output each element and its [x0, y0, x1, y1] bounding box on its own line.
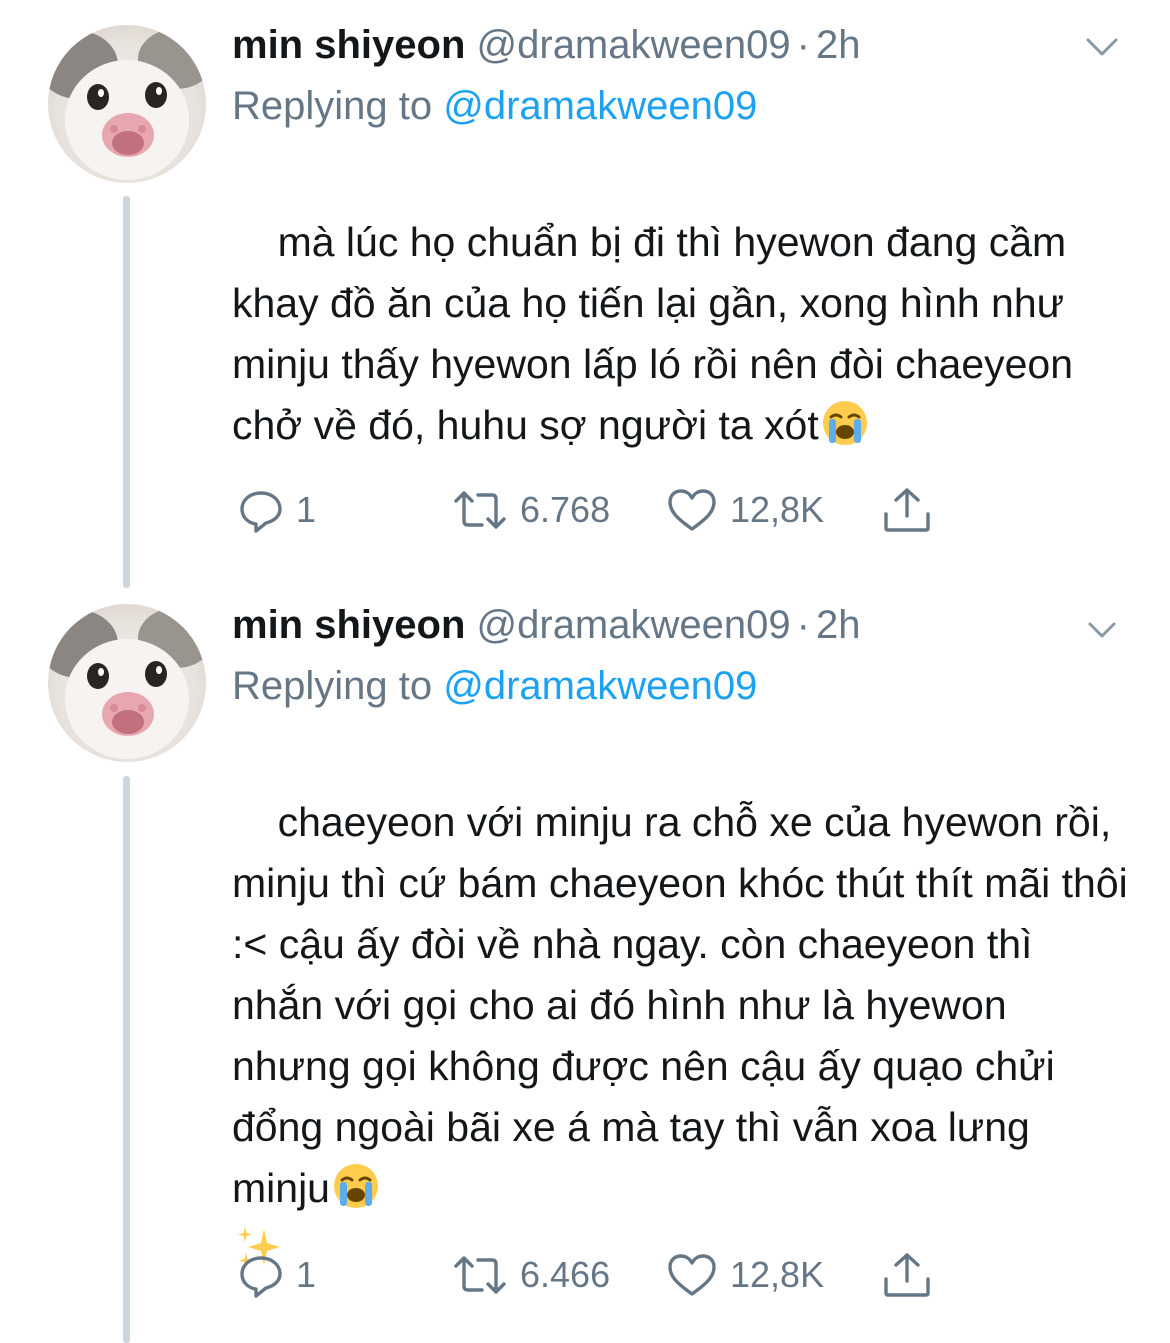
like-count: 12,8K	[730, 1254, 825, 1295]
avatar[interactable]	[48, 604, 206, 762]
like-icon	[668, 1254, 716, 1296]
replying-to-label: Replying to	[232, 664, 433, 708]
tweet-header: min shiyeon @dramakween09 · 2h	[232, 21, 860, 69]
tweet-actions: 1 6.768 12,8K	[232, 482, 952, 538]
reply-button[interactable]: 1	[238, 1247, 316, 1303]
reply-count: 1	[296, 489, 317, 530]
replying-to-line: Replying to @dramakween09	[232, 82, 757, 130]
like-count: 12,8K	[730, 489, 825, 530]
timestamp[interactable]: 2h	[816, 23, 861, 67]
separator-dot: ·	[796, 603, 810, 647]
loudly-crying-face-icon	[822, 401, 867, 445]
loudly-crying-face-icon	[333, 1164, 378, 1208]
chevron-down-icon[interactable]	[1082, 26, 1122, 66]
reply-count: 1	[296, 1254, 317, 1295]
tweet-header: min shiyeon @dramakween09 · 2h	[232, 601, 860, 649]
retweet-count: 6.768	[520, 489, 611, 530]
timestamp[interactable]: 2h	[816, 603, 861, 647]
avatar[interactable]	[48, 25, 206, 183]
retweet-button[interactable]: 6.466	[452, 1247, 610, 1303]
share-icon	[884, 1253, 930, 1297]
display-name[interactable]: min shiyeon	[232, 23, 465, 67]
like-icon	[668, 489, 716, 531]
retweet-button[interactable]: 6.768	[452, 482, 610, 538]
tweet-text-body: chaeyeon với minju ra chỗ xe của hyewon …	[232, 799, 1140, 1211]
tweet-text: mà lúc họ chuẩn bị đi thì hyewon đang cầ…	[232, 151, 1132, 517]
replying-to-line: Replying to @dramakween09	[232, 662, 757, 710]
replying-to-mention[interactable]: @dramakween09	[443, 84, 757, 128]
retweet-icon	[454, 491, 506, 529]
replying-to-label: Replying to	[232, 84, 433, 128]
tweet-text-body: mà lúc họ chuẩn bị đi thì hyewon đang cầ…	[232, 219, 1085, 448]
share-icon	[884, 488, 930, 532]
retweet-count: 6.466	[520, 1254, 611, 1295]
reply-icon	[240, 491, 282, 533]
reply-icon	[240, 1256, 282, 1298]
reply-button[interactable]: 1	[238, 482, 316, 538]
separator-dot: ·	[796, 23, 810, 67]
replying-to-mention[interactable]: @dramakween09	[443, 664, 757, 708]
share-button[interactable]	[882, 1247, 944, 1303]
tweet[interactable]: min shiyeon @dramakween09 · 2h Replying to…	[0, 580, 1170, 1343]
like-button[interactable]: 12,8K	[666, 1247, 824, 1303]
share-button[interactable]	[882, 482, 944, 538]
user-handle[interactable]: @dramakween09	[477, 603, 791, 647]
display-name[interactable]: min shiyeon	[232, 603, 465, 647]
like-button[interactable]: 12,8K	[666, 482, 824, 538]
tweet-actions: 1 6.466 12,8K	[232, 1247, 952, 1303]
tweet[interactable]: min shiyeon @dramakween09 · 2h Replying to…	[0, 0, 1170, 580]
retweet-icon	[454, 1256, 506, 1294]
user-handle[interactable]: @dramakween09	[477, 23, 791, 67]
chevron-down-icon[interactable]	[1082, 610, 1122, 650]
